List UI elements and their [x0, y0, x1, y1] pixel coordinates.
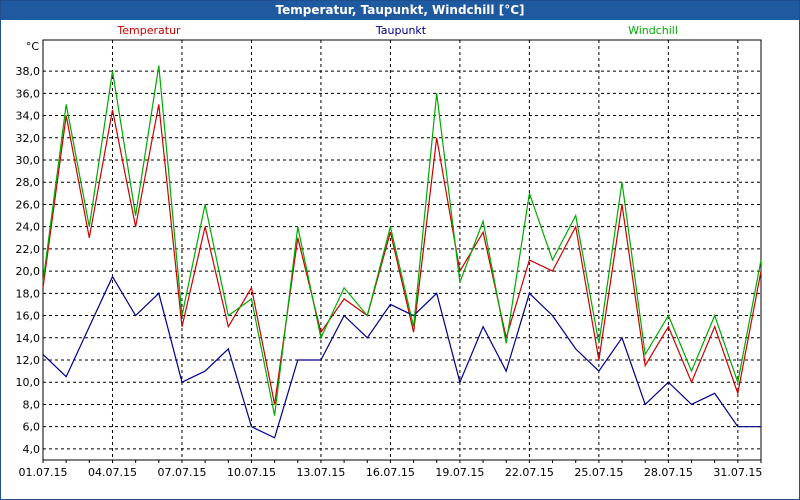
x-tick-label: 13.07.15: [296, 466, 345, 479]
y-tick-label: 28,0: [16, 176, 41, 189]
x-tick-label: 04.07.15: [88, 466, 137, 479]
y-tick-label: 36,0: [16, 87, 41, 100]
y-tick-label: 32,0: [16, 132, 41, 145]
y-tick-label: 26,0: [16, 198, 41, 211]
x-tick-label: 22.07.15: [505, 466, 554, 479]
y-tick-label: 4,0: [23, 443, 41, 456]
y-tick-label: 34,0: [16, 110, 41, 123]
x-tick-label: 31.07.15: [713, 466, 762, 479]
y-tick-label: 38,0: [16, 65, 41, 78]
x-tick-label: 01.07.15: [19, 466, 68, 479]
legend-entry-temperatur: Temperatur: [116, 24, 181, 37]
y-tick-label: 22,0: [16, 243, 41, 256]
chart-title: Temperatur, Taupunkt, Windchill [°C]: [1, 1, 799, 20]
x-tick-label: 10.07.15: [227, 466, 276, 479]
legend-entry-taupunkt: Taupunkt: [375, 24, 427, 37]
y-tick-label: 20,0: [16, 265, 41, 278]
x-tick-label: 25.07.15: [574, 466, 623, 479]
x-tick-label: 28.07.15: [644, 466, 693, 479]
y-tick-label: 24,0: [16, 221, 41, 234]
x-tick-label: 07.07.15: [157, 466, 206, 479]
y-axis-unit: °C: [26, 40, 40, 53]
legend-entry-windchill: Windchill: [628, 24, 678, 37]
x-tick-label: 16.07.15: [366, 466, 415, 479]
y-tick-label: 12,0: [16, 354, 41, 367]
chart-window: Temperatur, Taupunkt, Windchill [°C] 4,0…: [0, 0, 800, 500]
y-tick-label: 10,0: [16, 376, 41, 389]
x-tick-label: 19.07.15: [435, 466, 484, 479]
y-tick-label: 16,0: [16, 310, 41, 323]
y-tick-label: 8,0: [23, 398, 41, 411]
y-tick-label: 6,0: [23, 421, 41, 434]
y-tick-label: 14,0: [16, 332, 41, 345]
y-tick-label: 30,0: [16, 154, 41, 167]
y-tick-label: 18,0: [16, 287, 41, 300]
temperature-chart: 4,0 6,0 8,0 10,0 12,0 14,0 16,0 18,0 20,0 22,0 24,…: [16, 24, 763, 479]
